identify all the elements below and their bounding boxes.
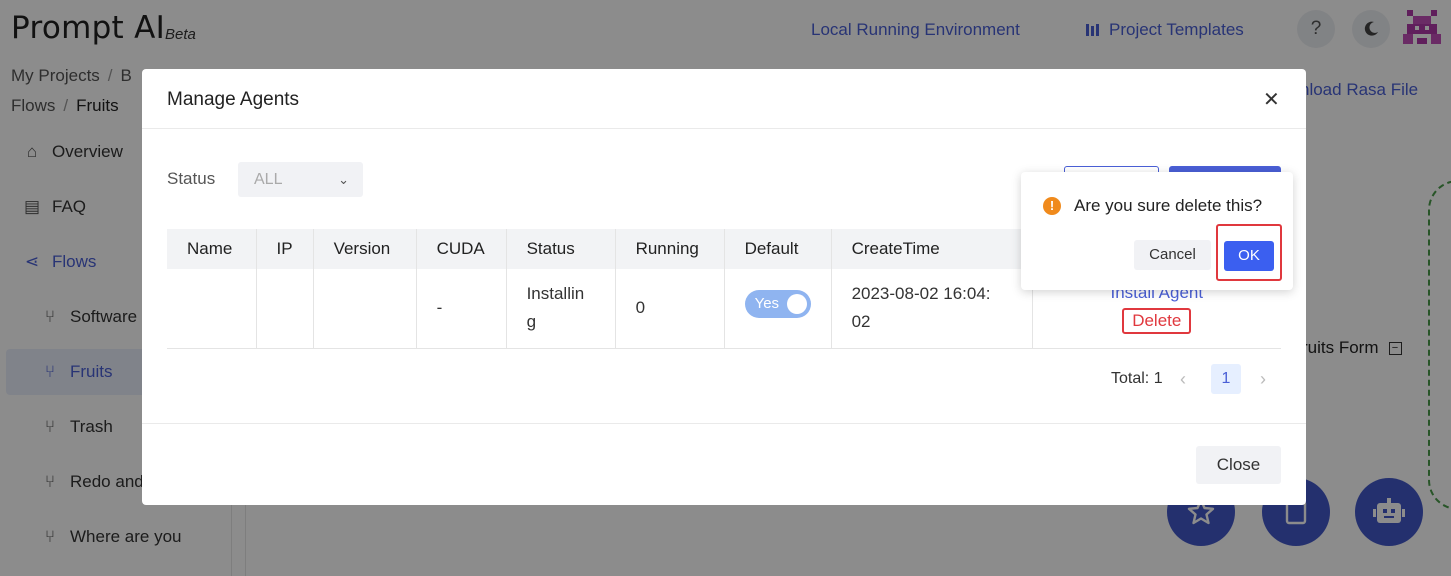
status-filter-value: ALL — [254, 170, 283, 188]
column-header-ip: IP — [256, 229, 314, 269]
close-icon[interactable]: ✕ — [1263, 87, 1280, 112]
delete-link[interactable]: Delete — [1122, 307, 1192, 334]
toggle-label: Yes — [754, 294, 780, 312]
ok-button[interactable]: OK — [1224, 241, 1274, 271]
cell-ip — [256, 269, 314, 349]
cell-running: 0 — [615, 269, 725, 349]
column-header-createtime: CreateTime — [831, 229, 1033, 269]
column-header-default: Default — [724, 229, 832, 269]
cell-status: Installin g — [506, 269, 616, 349]
createtime-line2: 02 — [851, 312, 871, 332]
column-header-cuda: CUDA — [416, 229, 507, 269]
toggle-knob — [786, 293, 807, 314]
column-header-name: Name — [167, 229, 257, 269]
modal-header: Manage Agents ✕ — [142, 69, 1306, 129]
warning-icon: ! — [1043, 197, 1061, 215]
status-text-line2: g — [526, 312, 537, 332]
modal-footer: Close — [142, 423, 1306, 505]
column-header-status: Status — [506, 229, 616, 269]
createtime-line1: 2023-08-02 16:04: — [851, 284, 991, 304]
column-header-running: Running — [615, 229, 725, 269]
pagination-page-1[interactable]: 1 — [1211, 364, 1241, 394]
modal-title: Manage Agents — [167, 89, 300, 110]
column-header-version: Version — [313, 229, 417, 269]
status-text-line1: Installin — [526, 284, 585, 304]
cell-name — [167, 269, 257, 349]
delete-confirm-popover: ! Are you sure delete this? Cancel OK — [1021, 172, 1293, 290]
chevron-down-icon: ⌄ — [338, 171, 349, 187]
cancel-button[interactable]: Cancel — [1134, 240, 1211, 270]
confirm-message: Are you sure delete this? — [1074, 196, 1263, 215]
status-filter-select[interactable]: ALL ⌄ — [238, 162, 363, 197]
cell-default: Yes — [724, 269, 832, 349]
close-button[interactable]: Close — [1196, 446, 1281, 484]
cell-createtime: 2023-08-02 16:04: 02 — [831, 269, 1033, 349]
cell-version — [313, 269, 417, 349]
status-filter-label: Status — [167, 169, 216, 188]
chevron-left-icon[interactable]: ‹ — [1180, 369, 1186, 390]
default-toggle[interactable]: Yes — [744, 289, 811, 318]
pagination-total: Total: 1 — [1111, 370, 1163, 387]
chevron-right-icon[interactable]: › — [1260, 369, 1266, 390]
cell-cuda: - — [416, 269, 507, 349]
ok-highlight: OK — [1216, 224, 1282, 281]
